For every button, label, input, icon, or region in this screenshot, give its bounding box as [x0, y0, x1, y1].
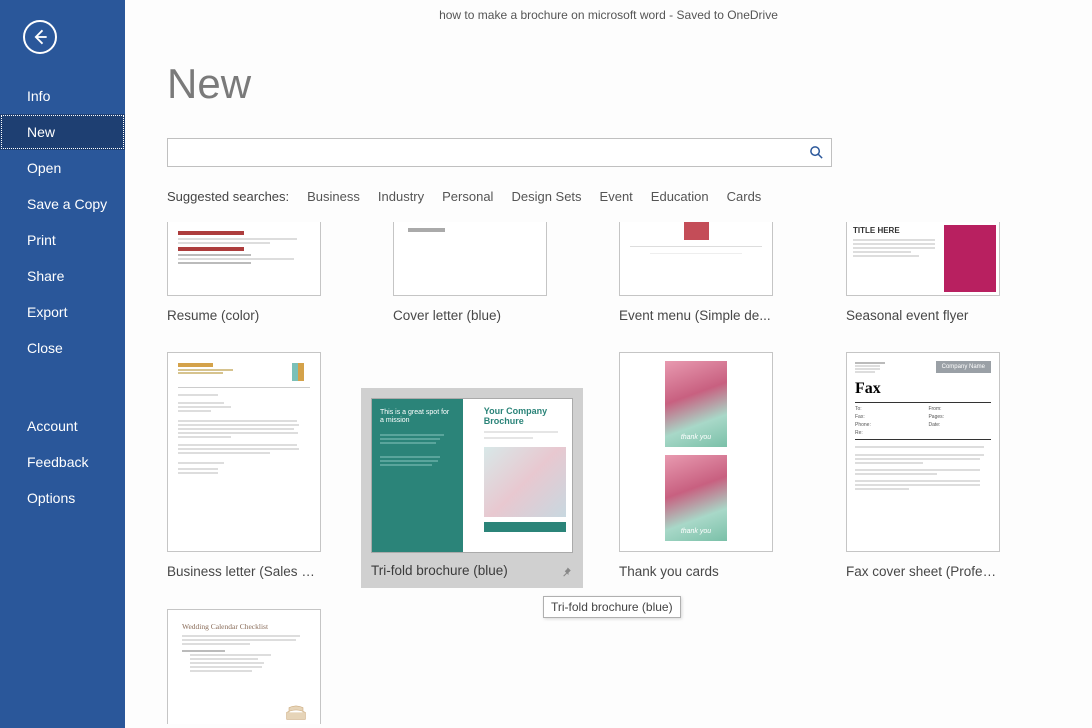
nav-account[interactable]: Account	[0, 408, 125, 444]
nav-info[interactable]: Info	[0, 78, 125, 114]
suggested-label: Suggested searches:	[167, 189, 289, 204]
nav-open[interactable]: Open	[0, 150, 125, 186]
template-caption: Tri-fold brochure (blue)	[371, 563, 573, 578]
search-icon[interactable]	[801, 145, 831, 160]
backstage-sidebar: Info New Open Save a Copy Print Share Ex…	[0, 0, 125, 728]
cake-icon	[282, 696, 310, 724]
nav-new[interactable]: New	[0, 114, 125, 150]
template-seasonal-flyer[interactable]: TITLE HERE Seasonal event flyer	[846, 222, 1000, 323]
suggested-industry[interactable]: Industry	[378, 189, 424, 204]
template-resume-color[interactable]: Resume (color)	[167, 222, 321, 323]
template-caption: Resume (color)	[167, 308, 321, 323]
suggested-personal[interactable]: Personal	[442, 189, 493, 204]
template-caption: Cover letter (blue)	[393, 308, 547, 323]
template-caption: Fax cover sheet (Profess...	[846, 564, 1000, 579]
suggested-business[interactable]: Business	[307, 189, 360, 204]
suggested-education[interactable]: Education	[651, 189, 709, 204]
nav-save-copy[interactable]: Save a Copy	[0, 186, 125, 222]
suggested-searches: Suggested searches: Business Industry Pe…	[167, 189, 1092, 204]
template-fax-cover[interactable]: Company Name Fax To:From: Fax:Pages: Pho…	[846, 352, 1000, 579]
window-title: how to make a brochure on microsoft word…	[125, 8, 1092, 22]
page-heading: New	[167, 60, 1092, 108]
main-area: how to make a brochure on microsoft word…	[125, 0, 1092, 728]
nav-feedback[interactable]: Feedback	[0, 444, 125, 480]
back-button[interactable]	[23, 20, 57, 54]
template-caption: Business letter (Sales St...	[167, 564, 321, 579]
template-search[interactable]	[167, 138, 832, 167]
template-caption: Event menu (Simple de...	[619, 308, 773, 323]
back-arrow-icon	[30, 27, 50, 47]
suggested-cards[interactable]: Cards	[727, 189, 762, 204]
nav-close[interactable]: Close	[0, 330, 125, 366]
nav-export[interactable]: Export	[0, 294, 125, 330]
template-thumb	[167, 222, 321, 296]
template-thank-you-cards[interactable]: thank you thank you Thank you cards	[619, 352, 773, 579]
template-thumb: This is a great spot for a mission	[371, 398, 573, 553]
template-business-letter[interactable]: Business letter (Sales St...	[167, 352, 321, 579]
template-thumb	[619, 222, 773, 296]
template-thumb: Company Name Fax To:From: Fax:Pages: Pho…	[846, 352, 1000, 552]
nav-print[interactable]: Print	[0, 222, 125, 258]
template-caption: Seasonal event flyer	[846, 308, 1000, 323]
template-thumb	[393, 222, 547, 296]
template-cover-letter-blue[interactable]: Cover letter (blue)	[393, 222, 547, 323]
nav-share[interactable]: Share	[0, 258, 125, 294]
tooltip: Tri-fold brochure (blue)	[543, 596, 681, 618]
suggested-event[interactable]: Event	[600, 189, 633, 204]
template-thumb: thank you thank you	[619, 352, 773, 552]
search-input[interactable]	[168, 145, 801, 161]
template-grid: Resume (color) Cover letter (blue) Event…	[167, 222, 1092, 728]
suggested-design-sets[interactable]: Design Sets	[511, 189, 581, 204]
template-trifold-brochure[interactable]: This is a great spot for a mission	[361, 388, 583, 588]
template-thumb	[167, 352, 321, 552]
template-thumb: Wedding Calendar Checklist	[167, 609, 321, 724]
template-event-menu[interactable]: Event menu (Simple de...	[619, 222, 773, 323]
template-thumb: TITLE HERE	[846, 222, 1000, 296]
pin-icon[interactable]	[561, 566, 573, 578]
template-caption: Thank you cards	[619, 564, 773, 579]
template-wedding-checklist[interactable]: Wedding Calendar Checklist	[167, 609, 321, 724]
nav-options[interactable]: Options	[0, 480, 125, 516]
